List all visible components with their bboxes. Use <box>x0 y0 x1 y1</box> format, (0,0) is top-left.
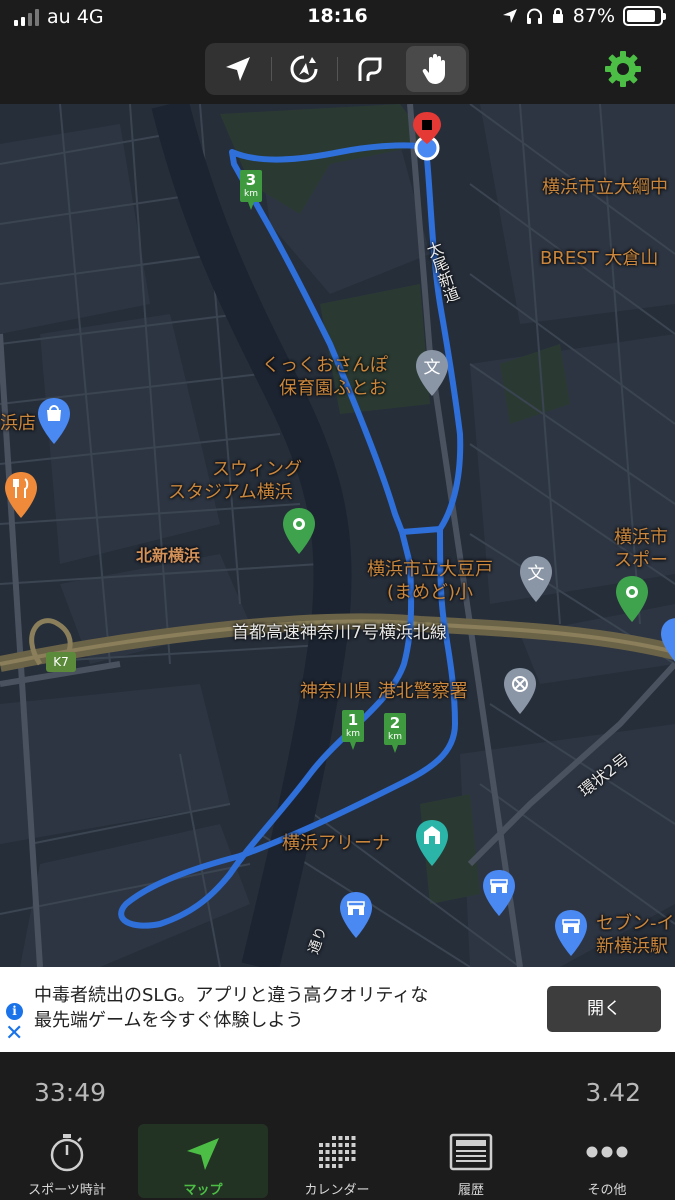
stopwatch-icon <box>50 1134 84 1172</box>
status-right: 87% <box>502 5 666 27</box>
route-shield-k7: K7 <box>46 652 76 672</box>
police-pin-icon[interactable] <box>502 666 538 716</box>
ad-line-2: 最先端ゲームを今すぐ体験しよう <box>34 1010 304 1031</box>
map-label-brest: BREST 大倉山 <box>540 248 659 269</box>
map-mode-group <box>205 43 469 95</box>
ad-open-button[interactable]: 開く <box>547 986 661 1032</box>
km-marker-value: 1 <box>347 711 359 729</box>
tab-bar: スポーツ時計 マップ カレンダー 履歴 その他 <box>0 1122 675 1200</box>
map-label-expressway: 首都高速神奈川7号横浜北線 <box>232 623 447 643</box>
map-label-kukkuo-1: くっくおさんぽ <box>262 355 388 376</box>
map-label-arena: 横浜アリーナ <box>282 833 390 854</box>
gear-icon <box>605 51 641 87</box>
map-label-mamedo-1: 横浜市立大豆戸 <box>367 559 493 580</box>
km-marker-value: 2 <box>389 714 401 732</box>
tab-label: その他 <box>587 1183 627 1198</box>
ad-text: 中毒者続出のSLG。アプリと違う高クオリティな 最先端ゲームを今すぐ体験しよう <box>34 983 534 1033</box>
km-marker-unit: km <box>346 729 360 739</box>
restaurant-pin-icon[interactable] <box>3 470 39 520</box>
auto-rotate-mode-button[interactable] <box>271 43 337 95</box>
map-label-ten: 浜店 <box>0 413 36 434</box>
tab-calendar[interactable]: カレンダー <box>272 1122 402 1200</box>
distance-value: 3.42 <box>585 1078 641 1107</box>
history-list-icon <box>449 1133 493 1171</box>
hand-pan-icon <box>422 54 445 84</box>
svg-text:文: 文 <box>424 358 441 378</box>
park-pin-icon[interactable] <box>614 574 650 624</box>
school-pin-icon[interactable]: 文 <box>414 348 450 398</box>
map-label-swing-2: スタジアム横浜 <box>168 482 293 503</box>
ad-close-icon[interactable]: ✕ <box>5 1023 23 1045</box>
auto-rotate-icon <box>290 55 318 83</box>
battery-fill <box>627 10 655 22</box>
tab-label: カレンダー <box>304 1183 370 1198</box>
map-label-kukkuo-2: 保育園ふとお <box>279 378 387 399</box>
store-pin-icon[interactable] <box>659 616 675 666</box>
route-draw-icon <box>358 57 382 81</box>
orientation-lock-icon <box>552 8 563 23</box>
tab-map[interactable]: マップ <box>138 1124 268 1198</box>
elapsed-time: 33:49 <box>34 1078 107 1107</box>
store-pin-icon[interactable] <box>553 908 589 958</box>
store-pin-icon[interactable] <box>481 868 517 918</box>
tab-label: スポーツ時計 <box>28 1183 106 1198</box>
hand-pan-mode-button[interactable] <box>406 46 466 92</box>
map-arrow-icon <box>187 1138 219 1170</box>
calendar-grid-icon <box>319 1136 356 1168</box>
route-end-pin-icon <box>413 112 441 161</box>
battery-icon <box>623 6 666 26</box>
map-label-yokohama-sport-2: スポー <box>614 550 668 571</box>
status-bar: au 4G 18:16 87% <box>0 0 675 34</box>
map-label-mamedo-2: (まめど)小 <box>387 582 474 603</box>
tab-more[interactable]: その他 <box>542 1122 672 1200</box>
map-label-seven-1: セブン-イ <box>596 913 675 934</box>
tab-label: 履歴 <box>457 1183 484 1198</box>
tab-label: マップ <box>183 1183 223 1198</box>
ad-info-icon[interactable]: i <box>6 1003 23 1020</box>
shop-pin-icon[interactable] <box>36 396 72 446</box>
more-dots-icon <box>586 1146 628 1158</box>
battery-percent: 87% <box>572 5 615 27</box>
map-label-yokohama-sport-1: 横浜市 <box>614 527 668 548</box>
map-label-police: 神奈川県 港北警察署 <box>300 681 468 702</box>
km-marker-unit: km <box>388 732 402 742</box>
map-toolbar <box>0 34 675 104</box>
map-view[interactable]: 1 km 2 km 3 km 文 文 K7 横浜市立大綱中 BREST 大倉山 … <box>0 104 675 967</box>
settings-button[interactable] <box>603 49 643 89</box>
svg-text:文: 文 <box>528 564 545 584</box>
navigation-mode-button[interactable] <box>205 43 271 95</box>
store-pin-icon[interactable] <box>338 890 374 940</box>
map-label-okura-school: 横浜市立大綱中 <box>542 177 668 198</box>
km-marker-value: 3 <box>245 171 257 189</box>
arena-pin-icon[interactable] <box>414 818 450 868</box>
stadium-pin-icon[interactable] <box>281 506 317 556</box>
map-label-swing-1: スウィング <box>212 459 302 480</box>
navigation-arrow-icon <box>226 57 250 81</box>
workout-stats: 33:49 3.42 <box>0 1052 675 1122</box>
ad-banner[interactable]: i ✕ 中毒者続出のSLG。アプリと違う高クオリティな 最先端ゲームを今すぐ体験… <box>0 967 675 1052</box>
headphones-icon <box>526 8 542 24</box>
map-label-seven-2: 新横浜駅 <box>596 936 668 957</box>
tab-sports-watch[interactable]: スポーツ時計 <box>2 1122 132 1200</box>
km-marker-unit: km <box>244 189 258 199</box>
tab-history[interactable]: 履歴 <box>406 1122 536 1200</box>
location-arrow-icon <box>502 9 517 23</box>
school-pin-icon[interactable]: 文 <box>518 554 554 604</box>
map-label-kitashin: 北新横浜 <box>136 546 201 565</box>
ad-line-1: 中毒者続出のSLG。アプリと違う高クオリティな <box>34 985 429 1006</box>
route-draw-mode-button[interactable] <box>337 43 403 95</box>
